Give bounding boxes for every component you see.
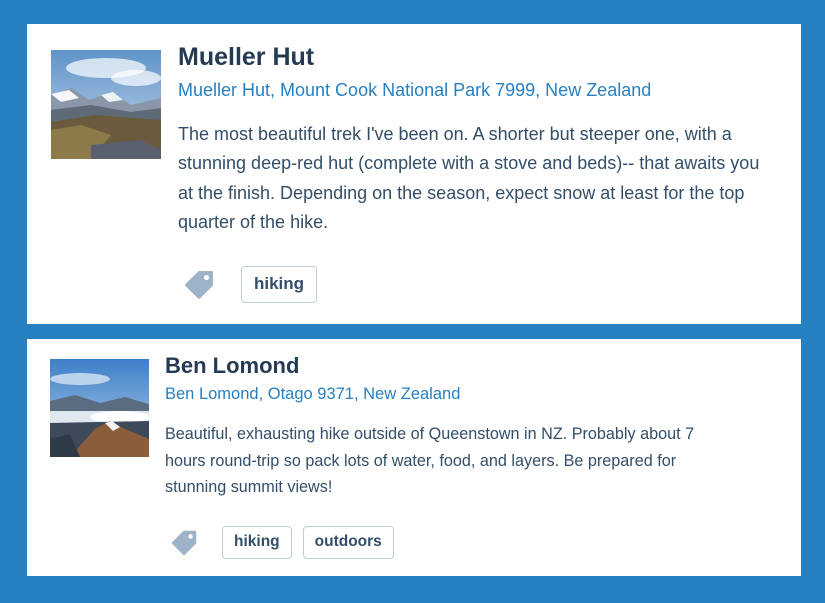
- trail-photo[interactable]: [50, 359, 149, 457]
- trail-photo[interactable]: [51, 50, 161, 159]
- trail-description: The most beautiful trek I've been on. A …: [178, 124, 760, 232]
- trail-card: Mueller Hut Mueller Hut, Mount Cook Nati…: [27, 24, 801, 324]
- tag-list: hiking: [183, 266, 328, 303]
- tag-hiking[interactable]: hiking: [222, 526, 292, 559]
- trail-description: Beautiful, exhausting hike outside of Qu…: [165, 425, 695, 496]
- tag-outdoors[interactable]: outdoors: [302, 526, 394, 559]
- trail-title[interactable]: Mueller Hut: [178, 43, 314, 72]
- trail-card: Ben Lomond Ben Lomond, Otago 9371, New Z…: [27, 339, 801, 576]
- trail-address-link[interactable]: Mueller Hut, Mount Cook National Park 79…: [178, 80, 651, 101]
- tag-hiking[interactable]: hiking: [241, 266, 318, 303]
- tag-icon: [183, 269, 215, 301]
- trail-address-link[interactable]: Ben Lomond, Otago 9371, New Zealand: [165, 385, 460, 404]
- trail-title[interactable]: Ben Lomond: [165, 353, 299, 379]
- tag-list: hiking outdoors: [170, 526, 405, 559]
- tag-icon: [170, 529, 198, 557]
